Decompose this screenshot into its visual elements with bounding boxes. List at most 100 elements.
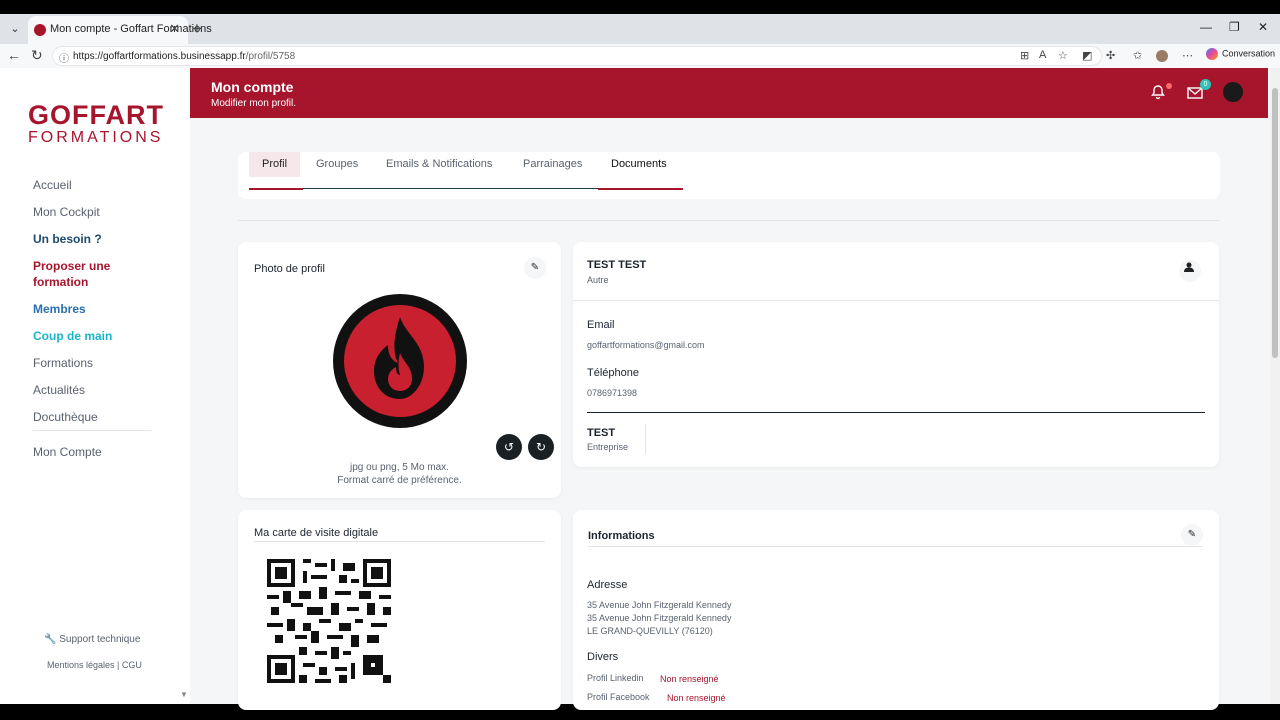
- back-icon[interactable]: ←: [7, 47, 21, 63]
- facebook-label: Profil Facebook: [587, 692, 650, 702]
- digital-card-card: Ma carte de visite digitale: [238, 510, 561, 710]
- wrench-icon: 🔧: [44, 634, 57, 645]
- profile-photo-card: Photo de profil ✎ ↺ ↻ jpg ou png, 5 Mo m…: [238, 242, 561, 498]
- browser-tabbar: ⌄ Mon compte - Goffart Formations ✕ + — …: [0, 14, 1280, 44]
- browser-toolbar: ← ↻ ⓘ https://goffartformations.business…: [0, 44, 1280, 68]
- browser-tab[interactable]: Mon compte - Goffart Formations ✕: [28, 16, 212, 44]
- informations-card: Informations ✎ Adresse 35 Avenue John Fi…: [573, 510, 1219, 710]
- site-info-icon[interactable]: ⓘ: [59, 50, 69, 65]
- flame-logo-icon: [374, 317, 424, 399]
- profile-avatar-icon[interactable]: [1156, 50, 1168, 62]
- favicon-icon: [34, 24, 46, 36]
- app-available-icon[interactable]: ⊞: [1020, 49, 1029, 62]
- read-aloud-icon[interactable]: A: [1039, 49, 1046, 61]
- brand-logo[interactable]: GOFFART FORMATIONS: [28, 100, 164, 147]
- sidebar-item-mon-compte[interactable]: Mon Compte: [33, 445, 102, 459]
- address-line1: 35 Avenue John Fitzgerald Kennedy: [587, 600, 732, 610]
- mail-badge: 0: [1200, 79, 1211, 90]
- close-tab-icon[interactable]: ✕: [169, 21, 180, 37]
- sidebar: GOFFART FORMATIONS Accueil Mon Cockpit U…: [0, 68, 190, 704]
- phone-label: Téléphone: [587, 367, 639, 379]
- section-divider: [238, 220, 1220, 221]
- extensions-puzzle-icon[interactable]: ✣: [1106, 49, 1115, 62]
- profile-tabs-card: Profil Groupes Emails & Notifications Pa…: [238, 152, 1220, 199]
- edit-informations-pencil-icon[interactable]: ✎: [1181, 524, 1203, 546]
- sidebar-item-actualites[interactable]: Actualités: [33, 377, 163, 404]
- tab-parrainages[interactable]: Parrainages: [523, 152, 582, 177]
- sidebar-item-proposer-formation[interactable]: Proposer une formation: [33, 253, 163, 296]
- browser-tab-title: Mon compte - Goffart Formations: [50, 23, 212, 35]
- rotate-right-icon[interactable]: ↻: [528, 434, 554, 460]
- scrollbar-thumb[interactable]: [1272, 88, 1278, 358]
- copilot-label: Conversation: [1222, 48, 1276, 59]
- informations-divider: [588, 546, 1203, 547]
- tab-list-dropdown-icon[interactable]: ⌄: [6, 20, 24, 38]
- qr-code-image[interactable]: [267, 559, 391, 683]
- favorite-star-icon[interactable]: ☆: [1058, 49, 1068, 62]
- logo-line1: GOFFART: [28, 100, 164, 130]
- company-divider: [645, 424, 646, 454]
- edit-photo-pencil-icon[interactable]: ✎: [524, 257, 546, 279]
- photo-hint-format: jpg ou png, 5 Mo max.: [350, 462, 449, 473]
- identity-separator: [587, 412, 1205, 413]
- divers-label: Divers: [587, 651, 619, 663]
- mentions-legales-link[interactable]: Mentions légales: [47, 660, 115, 670]
- linkedin-value: Non renseigné: [660, 674, 719, 684]
- copilot-icon: [1206, 48, 1218, 60]
- user-settings-icon[interactable]: [1179, 260, 1201, 282]
- url-path: /profil/5758: [245, 51, 296, 62]
- url-domain: https://goffartformations.businessapp.fr: [73, 51, 246, 62]
- minimize-icon[interactable]: —: [1200, 20, 1212, 34]
- facebook-value: Non renseigné: [667, 693, 726, 703]
- sidebar-divider: [33, 430, 151, 431]
- tab-documents[interactable]: Documents: [611, 152, 667, 177]
- more-menu-icon[interactable]: ⋯: [1182, 49, 1193, 62]
- company-name: TEST: [587, 427, 616, 439]
- digital-card-title: Ma carte de visite digitale: [254, 527, 379, 539]
- email-label: Email: [587, 319, 615, 331]
- profile-photo-title: Photo de profil: [254, 263, 325, 275]
- screen: ⌄ Mon compte - Goffart Formations ✕ + — …: [0, 0, 1280, 720]
- extension-icon[interactable]: ◩: [1082, 49, 1092, 62]
- email-value: goffartformations@gmail.com: [587, 340, 705, 350]
- support-link[interactable]: 🔧 Support technique: [44, 634, 140, 645]
- favorites-icon[interactable]: ✩: [1133, 49, 1142, 62]
- sidebar-nav: Accueil Mon Cockpit Un besoin ? Proposer…: [33, 172, 163, 431]
- user-avatar[interactable]: [1221, 80, 1245, 104]
- sidebar-item-docutheque[interactable]: Docuthèque: [33, 404, 163, 431]
- logo-line2: FORMATIONS: [28, 129, 164, 146]
- photo-hint-square: Format carré de préférence.: [337, 475, 462, 486]
- sidebar-item-coup-de-main[interactable]: Coup de main: [33, 323, 163, 350]
- sidebar-item-besoin[interactable]: Un besoin ?: [33, 226, 163, 253]
- company-label: Entreprise: [587, 442, 629, 452]
- maximize-icon[interactable]: ❐: [1229, 20, 1240, 34]
- informations-title: Informations: [588, 530, 655, 542]
- page-scrollbar[interactable]: [1270, 68, 1280, 704]
- page: GOFFART FORMATIONS Accueil Mon Cockpit U…: [0, 68, 1270, 710]
- profile-photo: [333, 294, 467, 428]
- tab-profil[interactable]: Profil: [249, 152, 301, 177]
- sidebar-item-membres[interactable]: Membres: [33, 296, 163, 323]
- copilot-button[interactable]: Conversation: [1206, 48, 1275, 60]
- page-subtitle: Modifier mon profil.: [211, 98, 297, 109]
- close-window-icon[interactable]: ✕: [1258, 20, 1268, 34]
- page-header: Mon compte Modifier mon profil.: [190, 68, 1268, 118]
- legal-links: Mentions légales | CGU: [47, 660, 142, 670]
- sidebar-scroll-down-icon[interactable]: ▼: [180, 690, 188, 699]
- tab-groupes[interactable]: Groupes: [316, 152, 358, 177]
- identity-card: TEST TEST Autre Email goffartformations@…: [573, 242, 1219, 467]
- cgu-link[interactable]: CGU: [122, 660, 142, 670]
- user-role: Autre: [587, 275, 609, 285]
- support-label: Support technique: [59, 634, 141, 645]
- address-bar[interactable]: ⓘ https://goffartformations.businessapp.…: [52, 46, 1102, 66]
- tab-emails-notifications[interactable]: Emails & Notifications: [386, 152, 492, 177]
- refresh-icon[interactable]: ↻: [31, 47, 43, 64]
- sidebar-item-formations[interactable]: Formations: [33, 350, 163, 377]
- sidebar-item-cockpit[interactable]: Mon Cockpit: [33, 199, 163, 226]
- rotate-left-icon[interactable]: ↺: [496, 434, 522, 460]
- hover-tab-indicator: [598, 188, 683, 190]
- digital-card-divider: [254, 541, 545, 542]
- sidebar-item-accueil[interactable]: Accueil: [33, 172, 163, 199]
- active-tab-indicator: [249, 188, 303, 190]
- new-tab-icon[interactable]: +: [192, 19, 202, 39]
